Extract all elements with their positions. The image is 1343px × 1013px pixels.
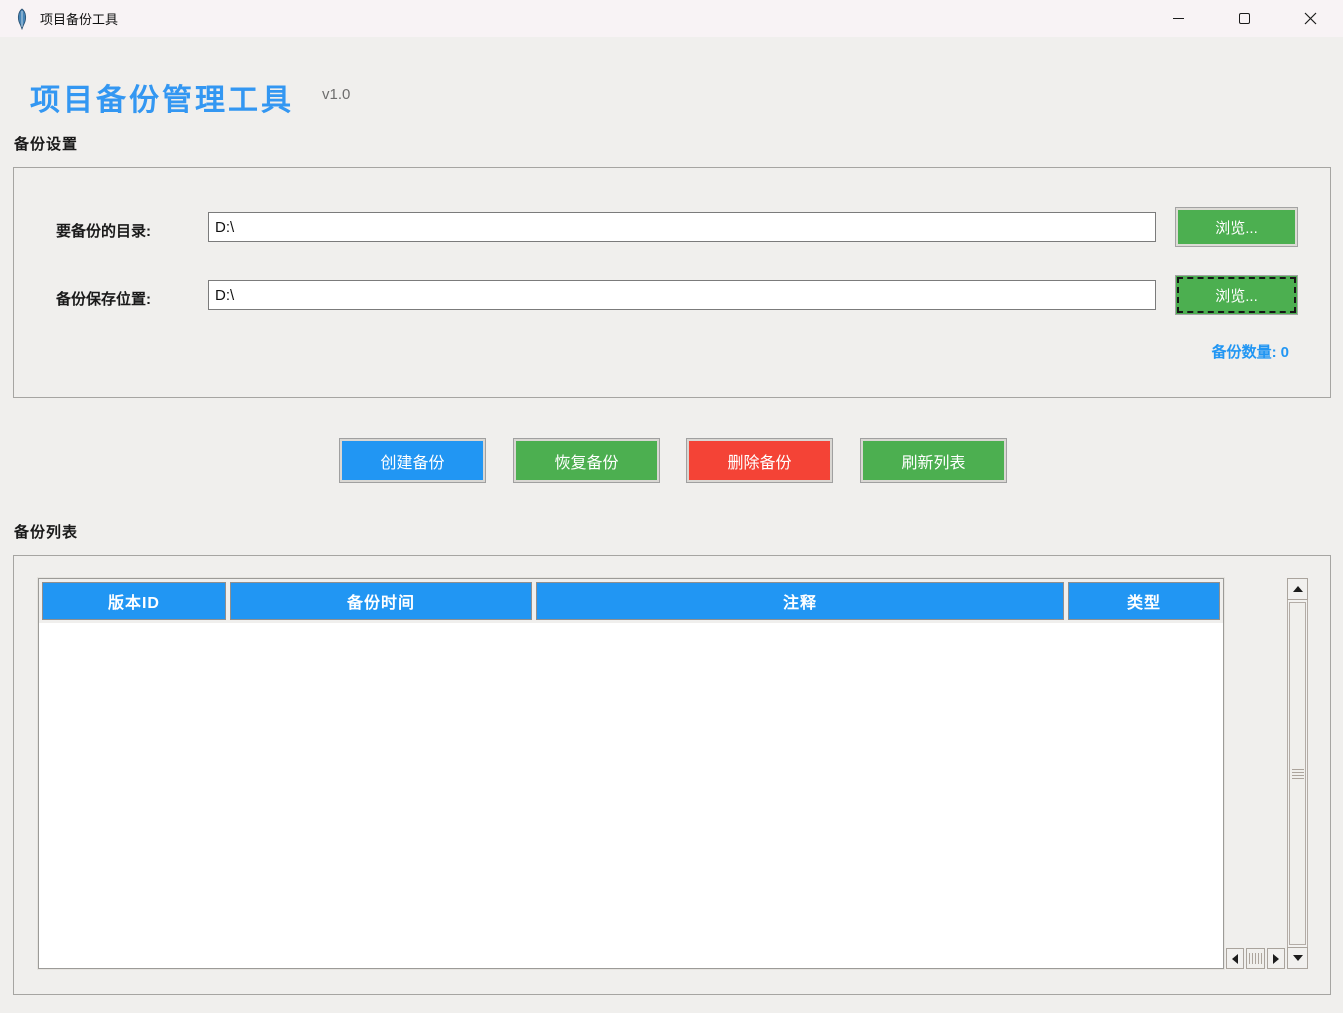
refresh-list-button[interactable]: 刷新列表 xyxy=(860,438,1007,483)
backup-list-frame: 版本ID 备份时间 注释 类型 xyxy=(13,555,1331,995)
source-browse-button[interactable]: 浏览... xyxy=(1175,207,1298,247)
page-title: 项目备份管理工具 xyxy=(30,75,294,119)
window-controls xyxy=(1145,0,1343,37)
right-arrow-icon xyxy=(1273,954,1279,964)
scroll-right-button[interactable] xyxy=(1267,948,1285,969)
actions-row: 创建备份 恢复备份 删除备份 刷新列表 xyxy=(0,438,1343,483)
dest-dir-label: 备份保存位置: xyxy=(56,288,151,309)
scroll-left-button[interactable] xyxy=(1226,948,1244,969)
source-dir-input[interactable] xyxy=(208,212,1156,242)
backup-table-header: 版本ID 备份时间 注释 类型 xyxy=(39,579,1223,623)
column-header-backup-time[interactable]: 备份时间 xyxy=(230,582,532,620)
close-icon xyxy=(1304,12,1317,25)
thumb-grip-icon xyxy=(1249,953,1262,964)
down-arrow-icon xyxy=(1293,955,1303,961)
horizontal-scrollbar[interactable] xyxy=(1226,948,1285,969)
up-arrow-icon xyxy=(1293,586,1303,592)
close-button[interactable] xyxy=(1277,0,1343,37)
settings-frame: 要备份的目录: 浏览... 备份保存位置: 浏览... 备份数量:0 xyxy=(13,167,1331,398)
version-label: v1.0 xyxy=(322,86,350,103)
vertical-scrollbar[interactable] xyxy=(1287,578,1308,969)
column-header-type[interactable]: 类型 xyxy=(1068,582,1220,620)
dest-browse-button[interactable]: 浏览... xyxy=(1175,275,1298,315)
backup-table: 版本ID 备份时间 注释 类型 xyxy=(38,578,1224,969)
dest-browse-label: 浏览... xyxy=(1215,285,1258,306)
settings-section-label: 备份设置 xyxy=(14,133,78,154)
window-title: 项目备份工具 xyxy=(40,9,118,28)
scroll-down-button[interactable] xyxy=(1287,947,1308,969)
left-arrow-icon xyxy=(1232,954,1238,964)
scroll-up-button[interactable] xyxy=(1287,578,1308,600)
vertical-scroll-thumb[interactable] xyxy=(1289,602,1306,945)
minimize-icon xyxy=(1173,18,1184,19)
backup-count: 备份数量:0 xyxy=(1208,341,1289,362)
maximize-icon xyxy=(1239,13,1250,24)
dest-dir-input[interactable] xyxy=(208,280,1156,310)
backup-table-body[interactable] xyxy=(39,623,1223,968)
column-header-comment[interactable]: 注释 xyxy=(536,582,1064,620)
source-browse-label: 浏览... xyxy=(1215,217,1258,238)
backup-count-value: 0 xyxy=(1281,344,1289,361)
app-window: 项目备份工具 项目备份管理工具 v1.0 备份设置 要备份的目录: 浏览... … xyxy=(0,0,1343,1013)
minimize-button[interactable] xyxy=(1145,0,1211,37)
titlebar: 项目备份工具 xyxy=(0,0,1343,37)
backup-count-label: 备份数量: xyxy=(1212,344,1277,361)
thumb-grip-icon xyxy=(1292,769,1304,779)
source-dir-label: 要备份的目录: xyxy=(56,220,151,241)
delete-backup-button[interactable]: 删除备份 xyxy=(686,438,833,483)
create-backup-button[interactable]: 创建备份 xyxy=(339,438,486,483)
column-header-version-id[interactable]: 版本ID xyxy=(42,582,226,620)
backup-list-section-label: 备份列表 xyxy=(14,521,78,542)
python-feather-icon xyxy=(14,7,31,31)
horizontal-scroll-thumb[interactable] xyxy=(1246,948,1265,969)
maximize-button[interactable] xyxy=(1211,0,1277,37)
restore-backup-button[interactable]: 恢复备份 xyxy=(513,438,660,483)
